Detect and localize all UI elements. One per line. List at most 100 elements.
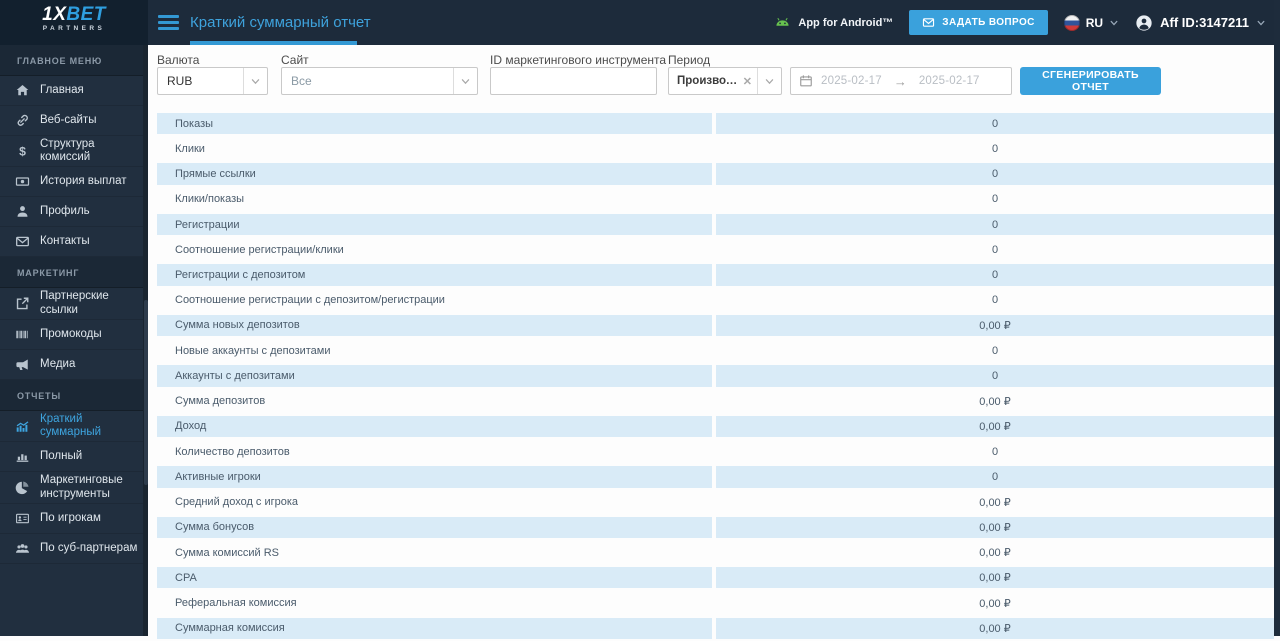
metric-value: 0 xyxy=(991,142,999,155)
language-code: RU xyxy=(1085,15,1104,30)
report-row: Сумма комиссий RS 0,00 ₽ xyxy=(157,540,1274,565)
sidebar-item-label: Веб-сайты xyxy=(40,113,97,126)
menu-toggle-icon[interactable] xyxy=(158,15,179,33)
metric-value: 0 xyxy=(716,363,1274,389)
language-selector[interactable]: RU xyxy=(1063,14,1119,31)
ru-flag-icon xyxy=(1063,14,1080,31)
metric-value: 0 xyxy=(716,161,1274,187)
sidebar-item-home[interactable]: Главная xyxy=(0,76,148,106)
envelope-icon xyxy=(922,16,935,29)
report-row: Соотношение регистрации/клики 0 xyxy=(157,237,1274,262)
aff-id-label: Aff ID:3147211 xyxy=(1160,15,1249,30)
report-row: Соотношение регистрации с депозитом/реги… xyxy=(157,288,1274,313)
report-row: Клики 0 xyxy=(157,136,1274,161)
sidebar-item-short-summary[interactable]: Краткий суммарный xyxy=(0,411,148,443)
report-row: Сумма новых депозитов 0,00 ₽ xyxy=(157,312,1274,339)
report-row: Средний доход с игрока 0,00 ₽ xyxy=(157,490,1274,515)
currency-select[interactable]: RUB xyxy=(157,67,268,95)
metric-value: 0 xyxy=(991,243,999,256)
summary-chart-icon xyxy=(14,418,30,434)
sidebar-item-label: Профиль xyxy=(40,205,90,218)
ask-question-button[interactable]: ЗАДАТЬ ВОПРОС xyxy=(909,10,1048,35)
metric-label: Соотношение регистрации с депозитом/реги… xyxy=(175,294,445,307)
arrow-right-icon: → xyxy=(893,73,907,89)
metric-label: Реферальная комиссия xyxy=(175,597,297,610)
metric-value: 0,00 ₽ xyxy=(716,615,1274,641)
id-card-icon xyxy=(14,510,30,526)
payouts-icon xyxy=(14,174,30,190)
report-row: Количество депозитов 0 xyxy=(157,439,1274,464)
currency-label: Валюта xyxy=(157,53,200,67)
report-row: Аккаунты с депозитами 0 xyxy=(157,363,1274,389)
calendar-icon xyxy=(799,74,813,88)
date-to-value: 2025-02-17 xyxy=(918,75,980,87)
clear-period-icon[interactable]: ✕ xyxy=(738,75,757,88)
sidebar-item-label: Контакты xyxy=(40,235,90,248)
metric-value: 0 xyxy=(716,464,1274,490)
metric-label: Сумма комиссий RS xyxy=(175,546,280,559)
sidebar-item-label: По игрокам xyxy=(40,511,101,524)
metric-label: Новые аккаунты с депозитами xyxy=(175,344,331,357)
chevron-down-icon xyxy=(1109,18,1119,28)
report-row: Прямые ссылки 0 xyxy=(157,161,1274,187)
sidebar-item-marketing-tools[interactable]: Маркетинговые инструменты xyxy=(0,472,148,504)
report-row: Суммарная комиссия 0,00 ₽ xyxy=(157,615,1274,641)
sidebar-item-label: Маркетинговые инструменты xyxy=(40,474,123,500)
report-row: Показы 0 xyxy=(157,111,1274,137)
chevron-down-icon xyxy=(757,68,781,94)
metric-value: 0 xyxy=(991,294,999,307)
report-row: CPA 0,00 ₽ xyxy=(157,565,1274,591)
android-icon xyxy=(774,14,791,31)
marketing-tool-id-label: ID маркетингового инструмента xyxy=(490,53,667,67)
sidebar-item-promocodes[interactable]: Промокоды xyxy=(0,320,148,350)
page-scrollbar[interactable] xyxy=(1274,0,1280,636)
report-row: Новые аккаунты с депозитами 0 xyxy=(157,338,1274,363)
sidebar-item-label: История выплат xyxy=(40,175,127,188)
sidebar-scrollbar-thumb[interactable] xyxy=(144,300,148,485)
report-row: Регистрации с депозитом 0 xyxy=(157,262,1274,288)
metric-label: Доход xyxy=(157,413,712,440)
barcode-icon xyxy=(14,326,30,342)
metric-value: 0 xyxy=(716,111,1274,137)
pie-chart-icon xyxy=(14,480,30,496)
date-range-picker[interactable]: 2025-02-17 → 2025-02-17 xyxy=(790,67,1012,95)
period-value: Произвольн... xyxy=(677,75,738,87)
mail-icon xyxy=(14,234,30,250)
marketing-tool-id-input[interactable] xyxy=(490,67,657,95)
date-from-value: 2025-02-17 xyxy=(821,75,882,87)
external-link-icon xyxy=(14,296,30,312)
chevron-down-icon xyxy=(243,68,267,94)
sidebar-item-profile[interactable]: Профиль xyxy=(0,197,148,228)
metric-value: 0 xyxy=(991,445,999,458)
metric-label: Количество депозитов xyxy=(175,445,290,458)
period-select[interactable]: Произвольн... ✕ xyxy=(668,67,782,95)
svg-text:$: $ xyxy=(19,144,26,158)
sidebar-item-contacts[interactable]: Контакты xyxy=(0,227,148,258)
metric-label: Прямые ссылки xyxy=(157,161,712,187)
metric-value: 0,00 ₽ xyxy=(979,496,1011,509)
sidebar-item-by-players[interactable]: По игрокам xyxy=(0,504,148,534)
sidebar-item-full[interactable]: Полный xyxy=(0,442,148,473)
site-select[interactable]: Все xyxy=(281,67,478,95)
generate-report-button[interactable]: СГЕНЕРИРОВАТЬ ОТЧЕТ xyxy=(1020,67,1161,95)
page-title: Краткий суммарный отчет xyxy=(190,14,371,31)
report-row: Доход 0,00 ₽ xyxy=(157,413,1274,440)
sidebar-item-label: Структура комиссий xyxy=(40,138,95,164)
report-row: Сумма бонусов 0,00 ₽ xyxy=(157,514,1274,540)
sub-partners-icon xyxy=(14,540,30,556)
android-app-link[interactable]: App for Android™ xyxy=(774,14,893,31)
sidebar-item-media[interactable]: Медиа xyxy=(0,350,148,380)
logo-subtitle: PARTNERS xyxy=(42,25,106,32)
sidebar-item-commission-structure[interactable]: $ Структура комиссий xyxy=(0,136,148,168)
sidebar-item-partner-links[interactable]: Партнерские ссылки xyxy=(0,288,148,320)
metric-label: Активные игроки xyxy=(157,464,712,490)
sidebar-item-by-sub-partners[interactable]: По суб-партнерам xyxy=(0,534,148,564)
sidebar-item-websites[interactable]: Веб-сайты xyxy=(0,106,148,136)
report-row: Реферальная комиссия 0,00 ₽ xyxy=(157,590,1274,615)
sidebar-item-payout-history[interactable]: История выплат xyxy=(0,167,148,198)
metric-label: Регистрации с депозитом xyxy=(157,262,712,288)
logo[interactable]: 1XBET PARTNERS xyxy=(0,0,148,45)
logo-text: 1XBET xyxy=(42,4,106,25)
account-menu[interactable]: Aff ID:3147211 xyxy=(1135,14,1266,32)
topbar-right: App for Android™ ЗАДАТЬ ВОПРОС RU Aff ID… xyxy=(774,0,1266,45)
